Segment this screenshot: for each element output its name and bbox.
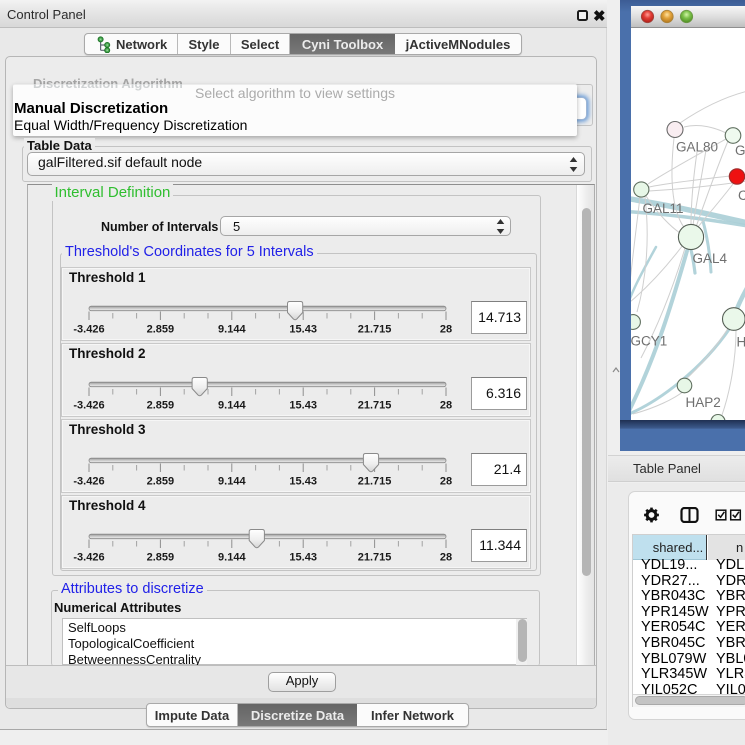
svg-text:28: 28 (440, 399, 452, 411)
svg-text:15.43: 15.43 (289, 399, 317, 411)
svg-text:21.715: 21.715 (358, 551, 392, 563)
svg-text:15.43: 15.43 (289, 551, 317, 563)
svg-text:HA: HA (737, 335, 745, 350)
svg-text:21.715: 21.715 (358, 475, 392, 487)
svg-text:C: C (738, 188, 745, 203)
svg-text:28: 28 (440, 323, 452, 335)
svg-text:GAL4: GAL4 (693, 251, 728, 266)
svg-text:21.715: 21.715 (358, 323, 392, 335)
svg-text:9.144: 9.144 (218, 475, 246, 487)
svg-text:-3.426: -3.426 (73, 399, 104, 411)
svg-text:GCY1: GCY1 (631, 334, 667, 349)
svg-text:GA: GA (735, 143, 745, 158)
svg-text:9.144: 9.144 (218, 323, 246, 335)
svg-text:2.859: 2.859 (147, 475, 175, 487)
svg-text:15.43: 15.43 (289, 323, 317, 335)
svg-text:GAL80: GAL80 (676, 140, 718, 155)
svg-text:2.859: 2.859 (147, 551, 175, 563)
svg-text:GAL11: GAL11 (643, 201, 684, 216)
svg-text:15.43: 15.43 (289, 475, 317, 487)
svg-text:21.715: 21.715 (358, 399, 392, 411)
svg-text:28: 28 (440, 551, 452, 563)
svg-text:2.859: 2.859 (147, 323, 175, 335)
svg-text:9.144: 9.144 (218, 551, 246, 563)
svg-text:2.859: 2.859 (147, 399, 175, 411)
svg-text:9.144: 9.144 (218, 399, 246, 411)
svg-text:-3.426: -3.426 (73, 475, 104, 487)
svg-text:-3.426: -3.426 (73, 551, 104, 563)
svg-text:HAP2: HAP2 (686, 395, 721, 410)
svg-text:28: 28 (440, 475, 452, 487)
svg-text:-3.426: -3.426 (73, 323, 104, 335)
